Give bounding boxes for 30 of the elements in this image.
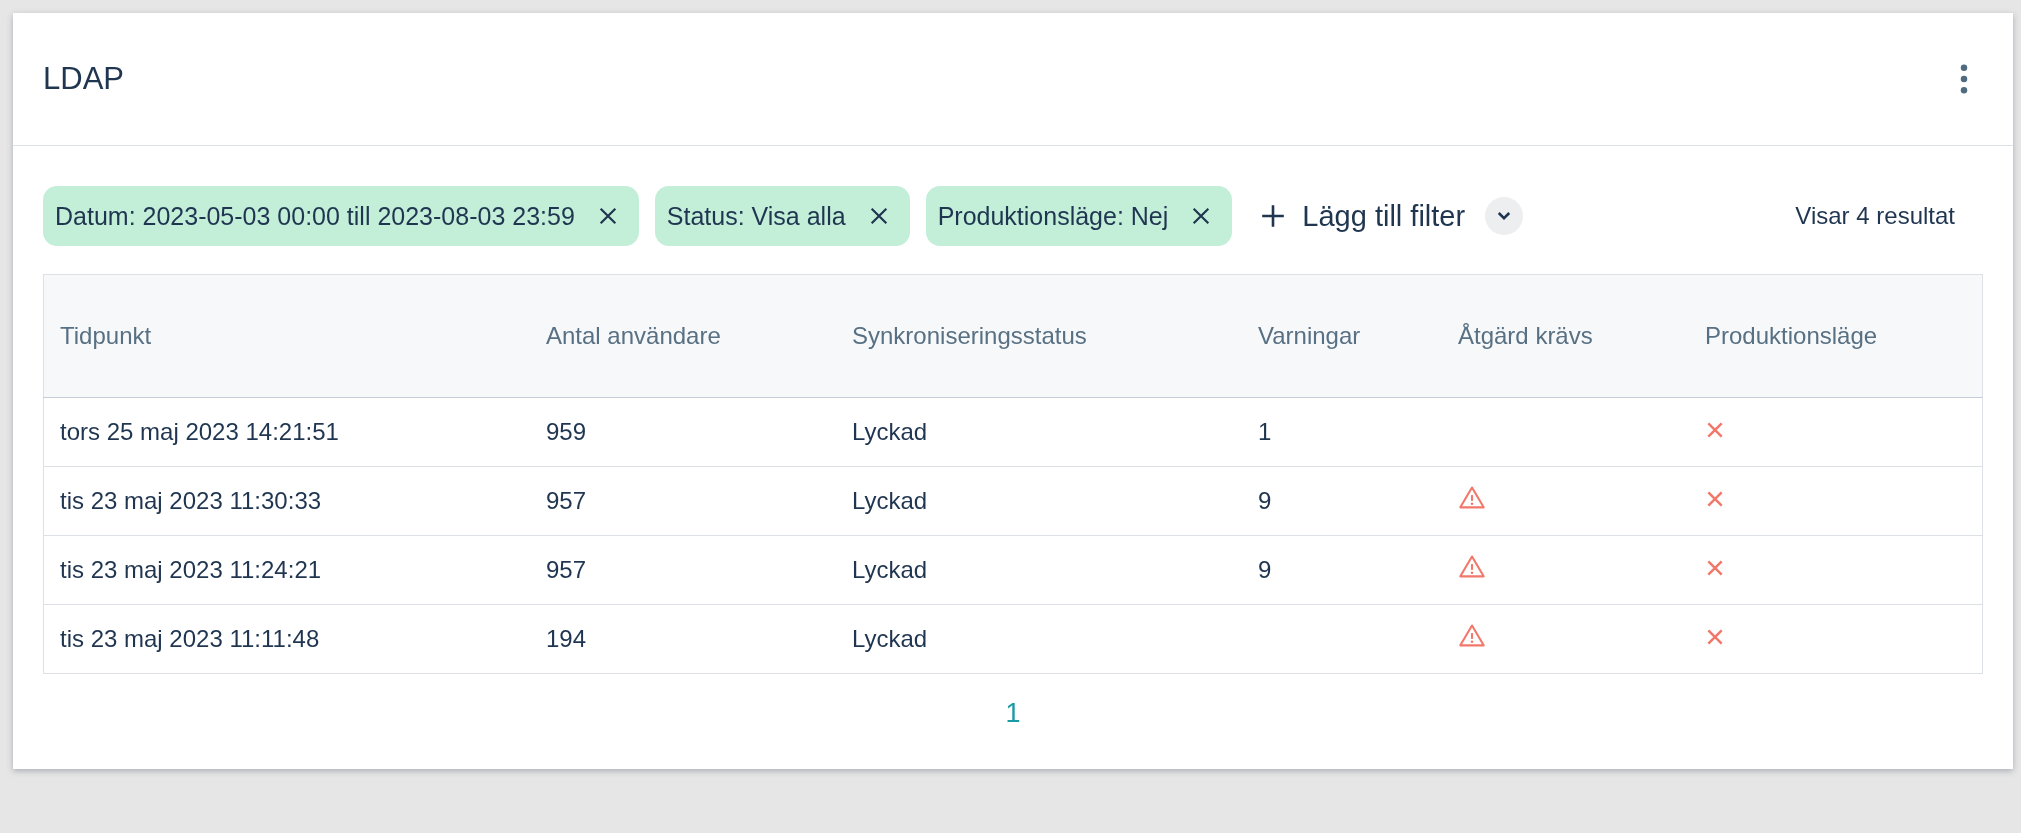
add-filter-button[interactable]: Lägg till filter — [1248, 199, 1466, 233]
card-title: LDAP — [43, 61, 124, 97]
table-cell: Lyckad — [852, 556, 928, 583]
table-cell: tis 23 maj 2023 11:30:33 — [60, 487, 322, 514]
table-cell: Lyckad — [852, 418, 928, 445]
filter-label: Datum: 2023-05-03 00:00 till 2023-08-03 23:59 — [55, 201, 575, 231]
table-cell: 1 — [1258, 418, 1272, 445]
plus-icon — [1260, 203, 1287, 229]
table-cell: 957 — [546, 556, 587, 583]
table-cell: tors 25 maj 2023 14:21:51 — [60, 418, 339, 445]
column-header: Tidpunkt — [60, 322, 152, 349]
column-header: Antal användare — [546, 322, 721, 349]
table-cell: 9 — [1258, 556, 1272, 583]
table-cell: 959 — [546, 418, 587, 445]
column-header: Åtgärd krävs — [1458, 322, 1593, 349]
table-cell: Lyckad — [852, 625, 928, 652]
column-header: Produktionsläge — [1705, 322, 1878, 349]
table-cell: tis 23 maj 2023 11:24:21 — [60, 556, 322, 583]
more-vertical-icon — [1959, 62, 1969, 96]
column-header: Synkroniseringsstatus — [852, 322, 1087, 349]
table-cell: 9 — [1258, 487, 1272, 514]
column-header: Varningar — [1258, 322, 1361, 349]
table-cell: Lyckad — [852, 487, 928, 514]
table-cell: 194 — [546, 625, 587, 652]
filter-dropdown-button[interactable] — [1485, 197, 1524, 235]
result-count: Visar 4 resultat — [1795, 202, 1955, 230]
filter-label: Status: Visa alla — [666, 201, 846, 231]
filter-label: Produktionsläge: Nej — [937, 201, 1169, 231]
table-cell: tis 23 maj 2023 11:11:48 — [60, 625, 320, 652]
table-cell: 957 — [546, 487, 587, 514]
